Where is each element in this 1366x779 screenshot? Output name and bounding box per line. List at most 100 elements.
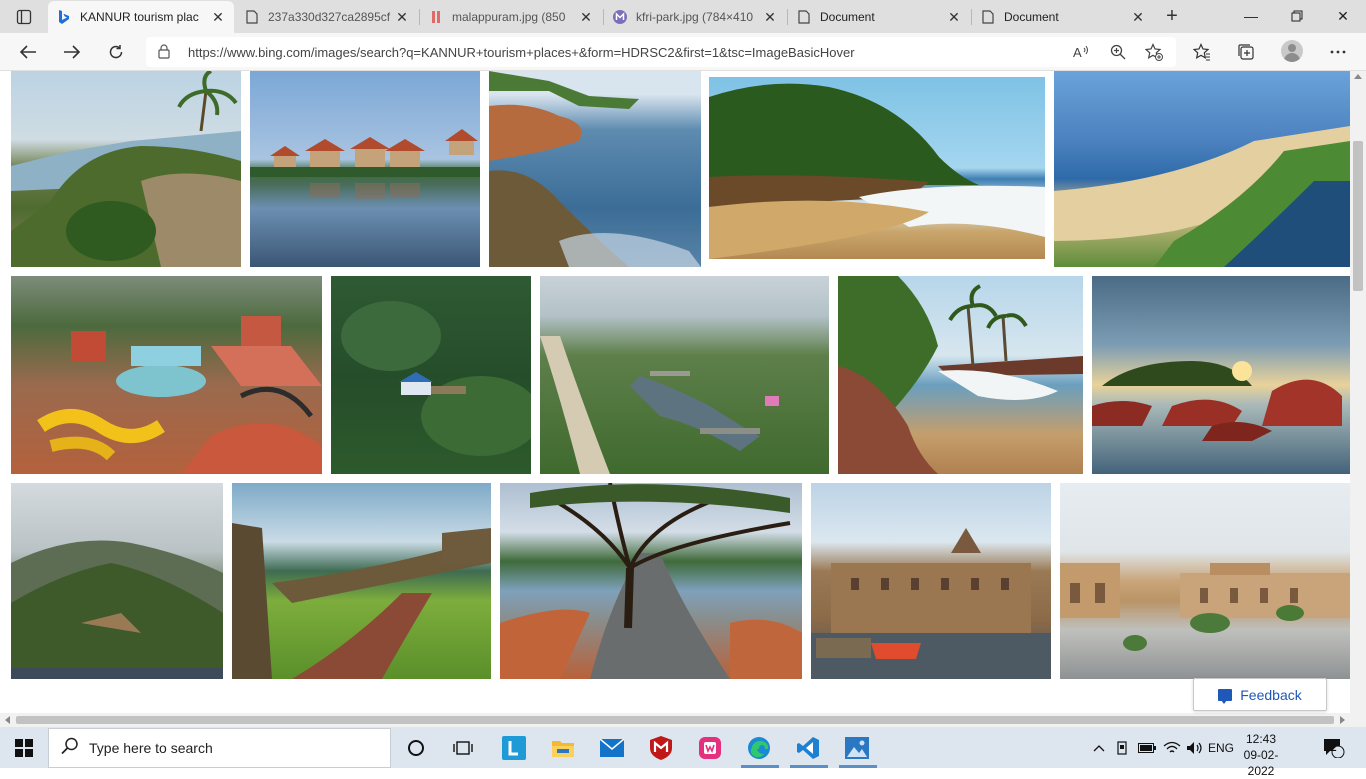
image-results-grid <box>0 71 1350 713</box>
url-text[interactable]: https://www.bing.com/images/search?q=KAN… <box>188 45 855 60</box>
close-icon[interactable]: ✕ <box>210 9 226 25</box>
image-result-misty-hill[interactable] <box>11 483 223 679</box>
feedback-button[interactable]: Feedback <box>1193 678 1327 711</box>
address-bar[interactable]: https://www.bing.com/images/search?q=KAN… <box>146 37 1176 67</box>
image-result-coastal-cliff[interactable] <box>11 71 241 267</box>
close-icon[interactable]: ✕ <box>1130 9 1146 25</box>
notifications-button[interactable]: 2 <box>1318 727 1350 768</box>
tab-strip: KANNUR tourism plac ✕ 237a330d327ca2895c… <box>0 0 1366 33</box>
lakeside-resort-art <box>250 129 480 199</box>
image-result-lakeside-resort[interactable] <box>250 71 480 267</box>
taskbar-clock[interactable]: 12:43 09-02-2022 <box>1236 731 1286 779</box>
notification-count: 2 <box>1331 743 1337 754</box>
cortana-icon[interactable] <box>400 732 432 764</box>
image-result-rocky-shore[interactable] <box>489 71 701 267</box>
office-icon[interactable] <box>694 732 726 764</box>
file-explorer-icon[interactable] <box>547 732 579 764</box>
zoom-icon[interactable] <box>1108 42 1128 62</box>
document-icon <box>796 9 812 25</box>
image-result-roadside-tree[interactable] <box>500 483 802 679</box>
horizontal-scroll-thumb[interactable] <box>16 716 1334 724</box>
refresh-button[interactable] <box>102 38 130 66</box>
image-result-palm-beach[interactable] <box>709 77 1045 259</box>
language-indicator[interactable]: ENG <box>1206 727 1236 768</box>
photos-icon[interactable] <box>841 732 873 764</box>
scroll-right-arrow[interactable] <box>1340 716 1345 724</box>
close-icon[interactable]: ✕ <box>946 9 962 25</box>
image-result-river-estuary[interactable] <box>540 276 829 474</box>
windows-taskbar: Type here to search ENG 12:43 09-02-2022… <box>0 727 1366 778</box>
clock-date: 09-02-2022 <box>1243 748 1279 778</box>
taskbar-search-box[interactable]: Type here to search <box>48 728 391 768</box>
tab-title: kfri-park.jpg (784×410 <box>636 10 754 24</box>
vertical-scrollbar[interactable] <box>1350 71 1366 713</box>
wifi-icon[interactable] <box>1160 727 1184 768</box>
battery-icon[interactable] <box>1136 727 1158 768</box>
tab-document-6[interactable]: Document ✕ <box>972 1 1154 33</box>
avatar-head <box>1288 44 1296 52</box>
tab-kfri-park-image[interactable]: kfri-park.jpg (784×410 ✕ <box>604 1 786 33</box>
add-favorite-icon[interactable] <box>1144 42 1164 62</box>
mail-icon[interactable] <box>596 732 628 764</box>
tab-title: 237a330d327ca2895cf <box>268 10 391 24</box>
tab-malappuram-image[interactable]: malappuram.jpg (850 ✕ <box>420 1 602 33</box>
lock-icon[interactable] <box>158 44 170 64</box>
read-aloud-icon[interactable]: A <box>1072 42 1092 62</box>
horizontal-scrollbar[interactable] <box>0 713 1350 727</box>
search-placeholder[interactable]: Type here to search <box>89 740 213 756</box>
volume-icon[interactable] <box>1184 727 1206 768</box>
lively-icon[interactable] <box>498 732 530 764</box>
close-icon[interactable]: ✕ <box>578 9 594 25</box>
new-tab-button[interactable]: + <box>1160 4 1184 28</box>
edge-icon[interactable] <box>743 732 775 764</box>
restore-button[interactable] <box>1274 0 1320 33</box>
close-icon[interactable]: ✕ <box>394 9 410 25</box>
tab-bing-images[interactable]: KANNUR tourism plac ✕ <box>48 1 234 33</box>
courtyard-palace-art <box>1060 563 1350 651</box>
image-result-long-beach[interactable] <box>1054 71 1350 267</box>
coastal-cliff-art <box>11 71 241 267</box>
tab-document-2[interactable]: 237a330d327ca2895cf ✕ <box>236 1 418 33</box>
water-park-art <box>37 316 322 474</box>
vertical-scroll-thumb[interactable] <box>1353 141 1363 291</box>
palm-beach-art <box>709 83 1045 259</box>
green-fort-art <box>232 523 491 679</box>
network-adapter-icon[interactable] <box>1112 727 1132 768</box>
image-file-icon <box>428 9 444 25</box>
sunset-rocks-art <box>1092 361 1342 441</box>
favorites-icon[interactable] <box>1188 38 1216 66</box>
scroll-up-arrow[interactable] <box>1354 74 1362 79</box>
tab-title: Document <box>820 10 875 24</box>
settings-more-icon[interactable] <box>1324 38 1352 66</box>
image-result-red-cliff-beach[interactable] <box>838 276 1083 474</box>
close-icon[interactable]: ✕ <box>762 9 778 25</box>
back-button[interactable] <box>14 38 42 66</box>
search-icon <box>61 737 79 760</box>
start-button[interactable] <box>0 727 48 768</box>
image-result-forest-temple[interactable] <box>331 276 531 474</box>
scroll-left-arrow[interactable] <box>5 716 10 724</box>
svg-text:A: A <box>1073 45 1082 59</box>
misty-hill-art <box>11 540 223 679</box>
image-result-green-fort[interactable] <box>232 483 491 679</box>
image-result-water-park[interactable] <box>11 276 322 474</box>
vscode-icon[interactable] <box>792 732 824 764</box>
forward-button[interactable] <box>58 38 86 66</box>
forest-temple-art <box>341 301 531 456</box>
image-result-sunset-rocks[interactable] <box>1092 276 1350 474</box>
tab-document-5[interactable]: Document ✕ <box>788 1 970 33</box>
red-cliff-beach-art <box>838 276 1083 474</box>
collections-icon[interactable] <box>1232 38 1260 66</box>
roadside-tree-art <box>500 483 802 679</box>
task-view-icon[interactable] <box>447 732 479 764</box>
document-icon <box>244 9 260 25</box>
image-result-courtyard-palace[interactable] <box>1060 483 1350 679</box>
image-result-riverside-palace[interactable] <box>811 483 1051 679</box>
tab-actions-icon[interactable] <box>8 5 40 29</box>
feedback-icon <box>1218 688 1233 704</box>
profile-avatar[interactable] <box>1281 40 1303 62</box>
close-window-button[interactable]: ✕ <box>1320 0 1366 33</box>
minimize-button[interactable]: — <box>1228 0 1274 33</box>
mcafee-icon[interactable] <box>645 732 677 764</box>
show-hidden-icons-icon[interactable] <box>1090 727 1108 768</box>
